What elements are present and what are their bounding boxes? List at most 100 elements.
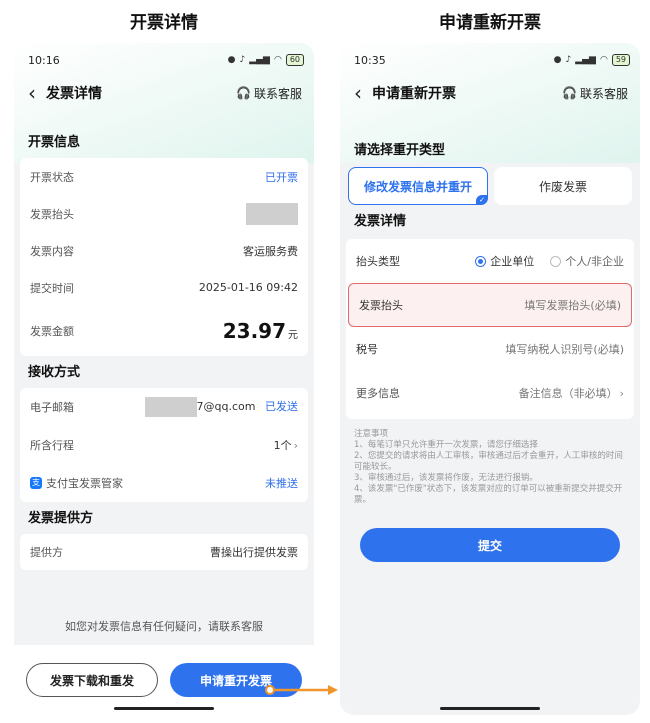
trip-row[interactable]: 所含行程 1个 ›	[20, 426, 308, 464]
invoice-form-card: 抬头类型 企业单位 个人/非企业 发票抬头 填写发票抬头(必填) 税号 填写纳税…	[346, 239, 634, 419]
invoice-detail-screen: 10:16 ● ♪ ▂▄▆ ◠ 60 ‹ 发票详情 🎧 联系客服 开票信息 开票…	[14, 43, 314, 715]
email-status: 已发送	[265, 400, 298, 413]
more-info-field[interactable]: 更多信息 备注信息（非必填） ›	[346, 371, 634, 415]
type-section-title: 请选择重开类型	[354, 143, 446, 158]
detail-section-title: 发票详情	[354, 214, 407, 229]
arrow-connector-icon	[265, 685, 338, 695]
notice-title: 注意事项	[354, 429, 389, 439]
submit-time-value: 2025-01-16 09:42	[198, 281, 298, 294]
amount-value: 23.97	[222, 319, 286, 343]
email-label: 电子邮箱	[30, 401, 74, 414]
invoice-title-field[interactable]: 发票抬头 填写发票抬头(必填)	[348, 283, 632, 327]
invoice-content-row: 发票内容 客运服务费	[20, 232, 308, 269]
contact-service-button[interactable]: 🎧 联系客服	[562, 85, 628, 102]
redacted-title	[246, 202, 298, 225]
nav-bar: ‹ 发票详情 🎧 联系客服	[28, 81, 302, 105]
back-arrow-icon[interactable]: ‹	[28, 83, 36, 103]
submit-button[interactable]: 提交	[360, 528, 620, 562]
invoice-title-label: 发票抬头	[359, 299, 403, 312]
header-type-radio-group: 企业单位 个人/非企业	[475, 253, 624, 269]
notice-item: 4、该发票"已作废"状态下，该发票对应的订单可以被重新提交并提交开票。	[354, 484, 623, 505]
status-time: 10:35	[354, 53, 386, 67]
contact-service-label: 联系客服	[579, 86, 628, 101]
alipay-row: 支 支付宝发票管家 未推送	[20, 464, 308, 502]
alipay-label: 支付宝发票管家	[46, 477, 123, 490]
wifi-icon: ◠	[599, 55, 608, 65]
mic-icon: ♪	[565, 55, 572, 65]
location-icon: ●	[227, 55, 236, 65]
email-row: 电子邮箱 7@qq.com 已发送	[20, 388, 308, 426]
content-label: 发票内容	[30, 244, 74, 258]
radio-unselected-icon	[550, 255, 562, 267]
reissue-screen: 10:35 ● ♪ ▂▄▆ ◠ 59 ‹ 申请重新开票 🎧 联系客服 请选择重开…	[340, 43, 640, 715]
tax-id-placeholder: 填写纳税人识别号(必填)	[505, 343, 624, 356]
reissue-type-tabs: 修改发票信息并重开 ✓ 作废发票	[340, 167, 640, 205]
amount-unit: 元	[288, 330, 298, 341]
battery-icon: 59	[611, 54, 630, 66]
tab-modify-label: 修改发票信息并重开	[363, 179, 472, 194]
radio-selected-icon	[475, 255, 487, 267]
alipay-status: 未推送	[265, 477, 298, 490]
more-info-placeholder: 备注信息（非必填）	[518, 387, 618, 400]
location-icon: ●	[553, 55, 562, 65]
email-value: 7@qq.com	[196, 400, 256, 413]
bottom-action-bar: 发票下载和重发 申请重开发票	[14, 645, 314, 715]
chevron-right-icon: ›	[293, 439, 298, 452]
nav-bar: ‹ 申请重新开票 🎧 联系客服	[354, 81, 628, 105]
trip-value: 1个	[273, 439, 292, 452]
tax-id-field[interactable]: 税号 填写纳税人识别号(必填)	[346, 327, 634, 371]
provider-card: 提供方 曹操出行提供发票	[20, 534, 308, 570]
help-text: 如您对发票信息有任何疑问，请联系客服	[65, 620, 263, 633]
tab-modify-reissue[interactable]: 修改发票信息并重开 ✓	[348, 167, 488, 205]
status-bar: 10:35 ● ♪ ▂▄▆ ◠ 59	[354, 52, 630, 68]
page-title: 申请重新开票	[372, 86, 456, 102]
contact-service-button[interactable]: 🎧 联系客服	[236, 85, 302, 102]
invoice-title-placeholder: 填写发票抬头(必填)	[524, 299, 621, 312]
right-caption: 申请重新开票	[439, 13, 541, 33]
home-indicator	[114, 707, 214, 710]
provider-row: 提供方 曹操出行提供发票	[20, 534, 308, 570]
invoice-title-row: 发票抬头	[20, 195, 308, 232]
status-icons: ● ♪ ▂▄▆ ◠ 60	[228, 54, 304, 66]
provider-value: 曹操出行提供发票	[210, 546, 298, 559]
receive-title: 接收方式	[28, 365, 81, 380]
submit-time-row: 提交时间 2025-01-16 09:42	[20, 269, 308, 306]
left-caption: 开票详情	[130, 13, 198, 33]
battery-icon: 60	[285, 54, 304, 66]
notice-item: 2、您提交的请求将由人工审核，审核通过后才会重开，人工审核的时间可能较长。	[354, 451, 623, 472]
invoice-info-title: 开票信息	[28, 135, 81, 150]
title-label: 发票抬头	[30, 207, 74, 221]
content-value: 客运服务费	[243, 244, 298, 258]
invoice-info-card: 开票状态 已开票 发票抬头 发票内容 客运服务费 提交时间 2025-01-16…	[20, 158, 308, 356]
radio-enterprise-label: 企业单位	[490, 255, 535, 268]
header-type-label: 抬头类型	[356, 255, 400, 268]
download-resend-button[interactable]: 发票下载和重发	[26, 663, 158, 697]
tab-void-invoice[interactable]: 作废发票	[494, 167, 632, 205]
wifi-icon: ◠	[273, 55, 282, 65]
redacted-email	[144, 397, 197, 417]
radio-personal[interactable]: 个人/非企业	[550, 253, 624, 269]
back-arrow-icon[interactable]: ‹	[354, 83, 362, 103]
radio-enterprise[interactable]: 企业单位	[475, 253, 534, 269]
headset-icon: 🎧	[236, 86, 251, 100]
home-indicator	[440, 707, 540, 710]
status-bar: 10:16 ● ♪ ▂▄▆ ◠ 60	[28, 52, 304, 68]
provider-label: 提供方	[30, 546, 63, 559]
provider-title: 发票提供方	[28, 511, 94, 526]
mic-icon: ♪	[239, 55, 246, 65]
signal-icon: ▂▄▆	[575, 55, 596, 65]
radio-personal-label: 个人/非企业	[565, 255, 624, 268]
status-time: 10:16	[28, 53, 60, 67]
check-icon: ✓	[476, 195, 488, 205]
status-label: 开票状态	[30, 170, 74, 184]
status-value: 已开票	[265, 170, 298, 184]
header-type-row: 抬头类型 企业单位 个人/非企业	[346, 239, 634, 283]
alipay-icon: 支	[30, 477, 42, 489]
notice-item: 1、每笔订单只允许重开一次发票，请您仔细选择	[354, 440, 538, 450]
tax-id-label: 税号	[356, 343, 378, 356]
more-info-label: 更多信息	[356, 387, 400, 400]
contact-service-label: 联系客服	[253, 86, 302, 101]
amount-row: 发票金额 23.97 元	[20, 306, 308, 356]
receive-card: 电子邮箱 7@qq.com 已发送 所含行程 1个 › 支 支付宝发票管家 未推送	[20, 388, 308, 502]
signal-icon: ▂▄▆	[249, 55, 270, 65]
